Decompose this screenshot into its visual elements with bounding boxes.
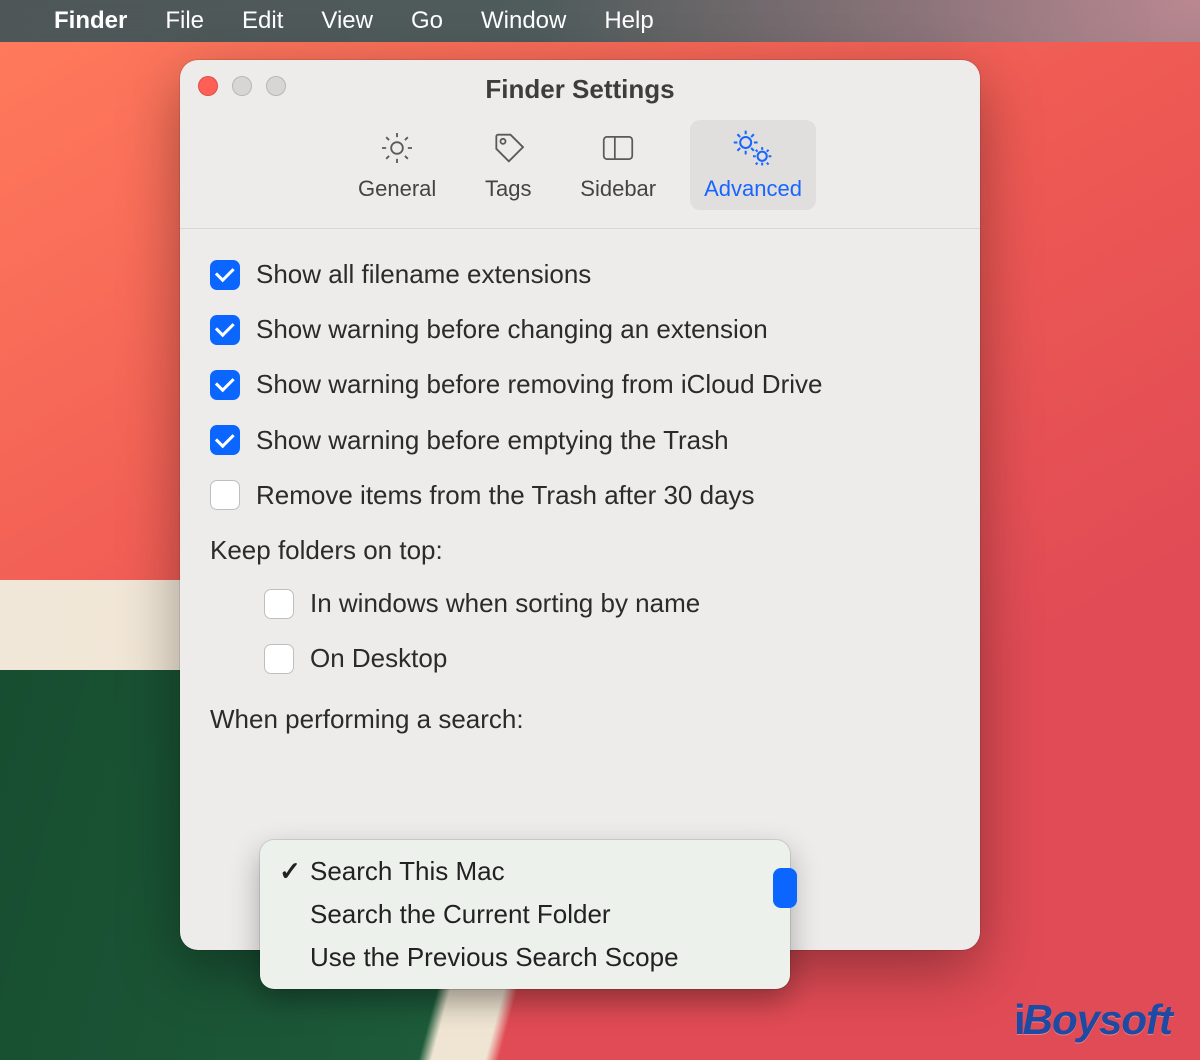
menubar-item-help[interactable]: Help xyxy=(604,7,653,35)
search-scope-popup: ✓ Search This Mac Search the Current Fol… xyxy=(260,840,790,989)
checkbox-label: Show warning before emptying the Trash xyxy=(256,425,729,456)
checkbox-warn-remove-icloud[interactable]: Show warning before removing from iCloud… xyxy=(210,369,950,400)
search-scope-label: When performing a search: xyxy=(210,704,950,735)
watermark-text: Boysoft xyxy=(1023,996,1172,1043)
checkbox-label: Show warning before changing an extensio… xyxy=(256,314,768,345)
checkbox-label: Show all filename extensions xyxy=(256,259,591,290)
checkbox-folders-top-windows[interactable]: In windows when sorting by name xyxy=(264,588,950,619)
window-zoom-button[interactable] xyxy=(266,76,286,96)
sidebar-icon xyxy=(594,126,642,170)
window-title: Finder Settings xyxy=(485,74,674,105)
tab-tags[interactable]: Tags xyxy=(470,120,546,210)
keep-folders-label: Keep folders on top: xyxy=(210,535,950,566)
menubar-item-edit[interactable]: Edit xyxy=(242,7,283,35)
window-minimize-button[interactable] xyxy=(232,76,252,96)
checkbox-label: Show warning before removing from iCloud… xyxy=(256,369,822,400)
titlebar: Finder Settings xyxy=(180,60,980,110)
menubar-item-window[interactable]: Window xyxy=(481,7,566,35)
checkbox-icon[interactable] xyxy=(264,589,294,619)
menubar-item-view[interactable]: View xyxy=(321,7,373,35)
checkbox-icon[interactable] xyxy=(210,425,240,455)
tab-tags-label: Tags xyxy=(485,176,531,202)
settings-toolbar: General Tags xyxy=(180,110,980,229)
checkbox-icon[interactable] xyxy=(210,480,240,510)
tab-sidebar-label: Sidebar xyxy=(580,176,656,202)
tab-advanced-label: Advanced xyxy=(704,176,802,202)
finder-settings-window: Finder Settings General xyxy=(180,60,980,950)
tab-general[interactable]: General xyxy=(344,120,450,210)
menubar-item-file[interactable]: File xyxy=(165,7,204,35)
checkbox-label: Remove items from the Trash after 30 day… xyxy=(256,480,755,511)
popup-item-label: Search the Current Folder xyxy=(310,899,611,930)
checkbox-remove-trash-30days[interactable]: Remove items from the Trash after 30 day… xyxy=(210,480,950,511)
popup-item-previous-search-scope[interactable]: Use the Previous Search Scope xyxy=(260,936,790,979)
popup-item-search-this-mac[interactable]: ✓ Search This Mac xyxy=(260,850,790,893)
advanced-pane: Show all filename extensions Show warnin… xyxy=(180,229,980,735)
gear-icon xyxy=(373,126,421,170)
checkbox-show-extensions[interactable]: Show all filename extensions xyxy=(210,259,950,290)
checkbox-folders-top-desktop[interactable]: On Desktop xyxy=(264,643,950,674)
menubar-app-name[interactable]: Finder xyxy=(54,7,127,35)
checkbox-icon[interactable] xyxy=(264,644,294,674)
popup-item-search-current-folder[interactable]: Search the Current Folder xyxy=(260,893,790,936)
watermark: iBoysoft xyxy=(1014,996,1172,1044)
checkmark-icon: ✓ xyxy=(278,856,302,887)
popup-button-stepper-icon[interactable] xyxy=(773,868,797,908)
popup-item-label: Search This Mac xyxy=(310,856,505,887)
traffic-lights xyxy=(198,76,286,96)
window-close-button[interactable] xyxy=(198,76,218,96)
checkbox-warn-empty-trash[interactable]: Show warning before emptying the Trash xyxy=(210,425,950,456)
tab-general-label: General xyxy=(358,176,436,202)
desktop: Finder File Edit View Go Window Help Fin… xyxy=(0,0,1200,1060)
menubar-item-go[interactable]: Go xyxy=(411,7,443,35)
menubar: Finder File Edit View Go Window Help xyxy=(0,0,1200,42)
checkbox-label: On Desktop xyxy=(310,643,447,674)
checkbox-icon[interactable] xyxy=(210,315,240,345)
checkbox-warn-change-extension[interactable]: Show warning before changing an extensio… xyxy=(210,314,950,345)
tag-icon xyxy=(484,126,532,170)
tab-advanced[interactable]: Advanced xyxy=(690,120,816,210)
tab-sidebar[interactable]: Sidebar xyxy=(566,120,670,210)
popup-item-label: Use the Previous Search Scope xyxy=(310,942,679,973)
gears-icon xyxy=(729,126,777,170)
checkbox-icon[interactable] xyxy=(210,370,240,400)
checkbox-icon[interactable] xyxy=(210,260,240,290)
checkbox-label: In windows when sorting by name xyxy=(310,588,700,619)
